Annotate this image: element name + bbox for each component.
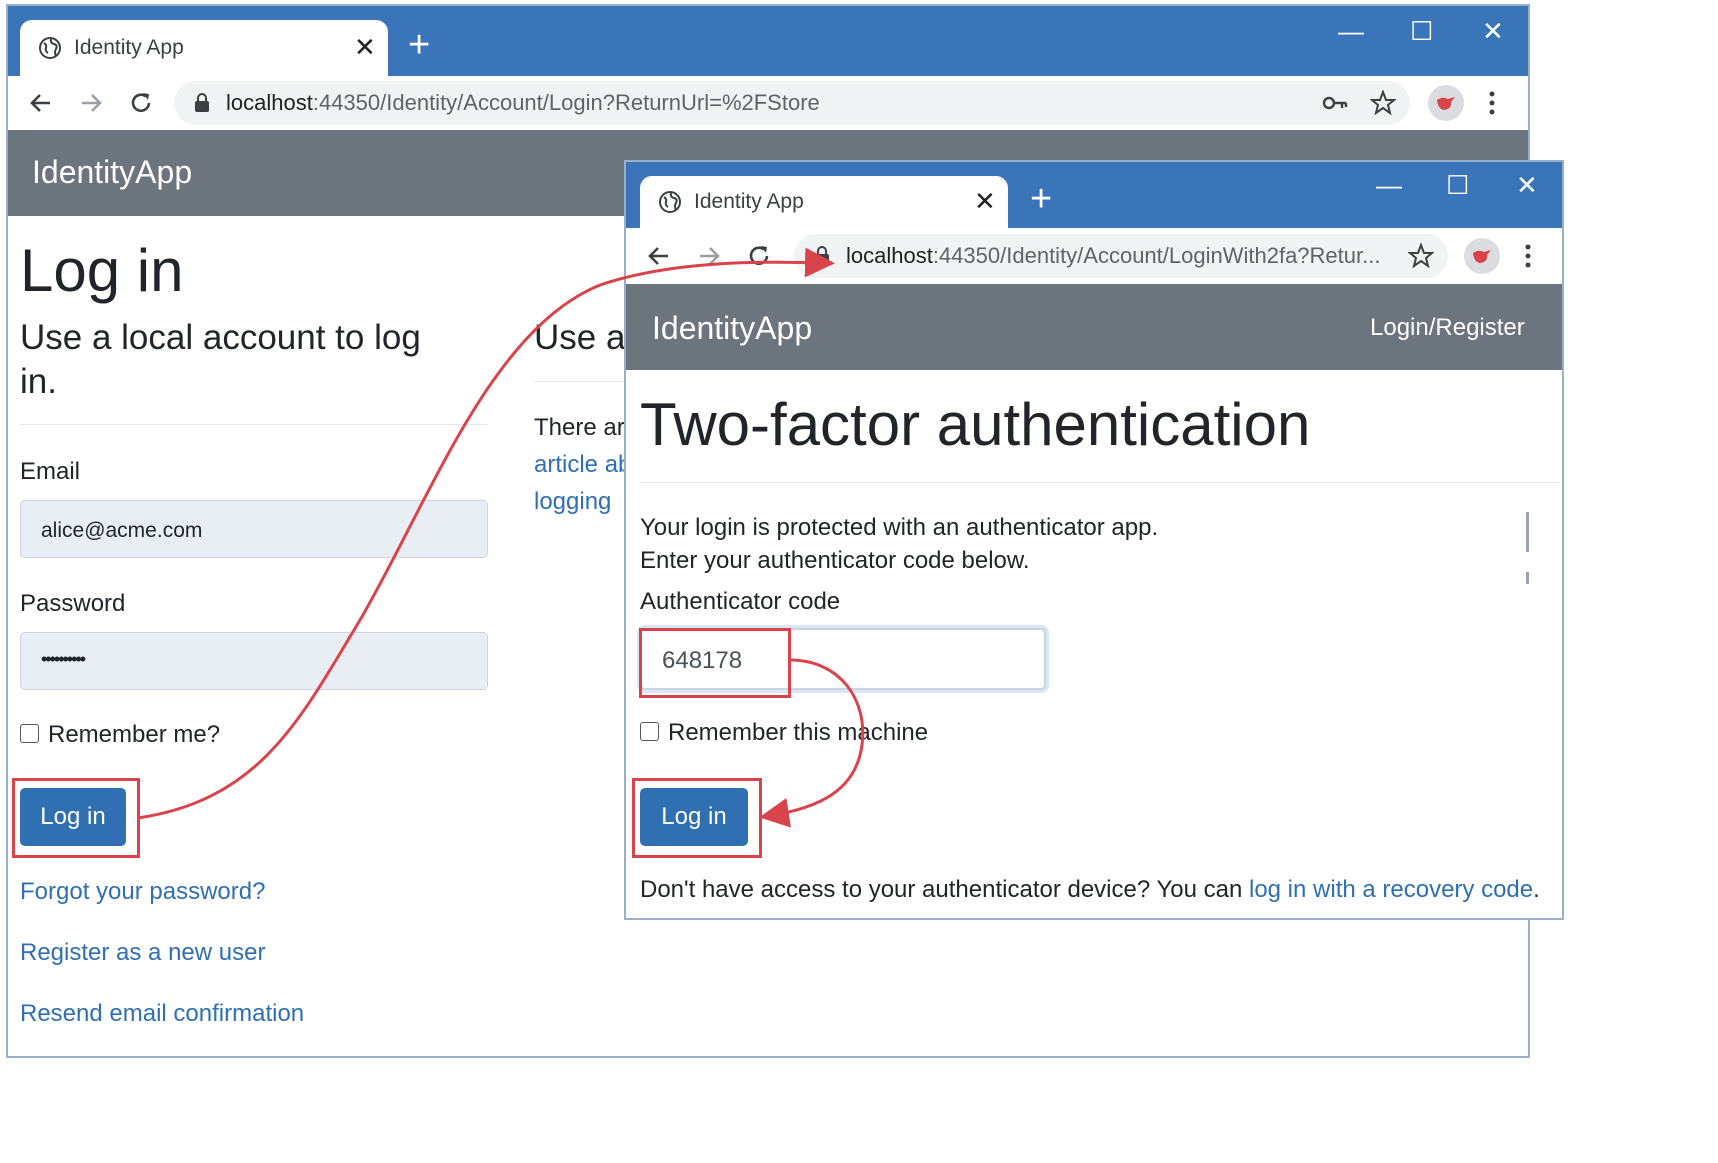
arrow-login-to-2fa	[137, 247, 835, 820]
annotation-arrows	[137, 247, 865, 828]
arrow-code-to-login	[759, 658, 865, 828]
